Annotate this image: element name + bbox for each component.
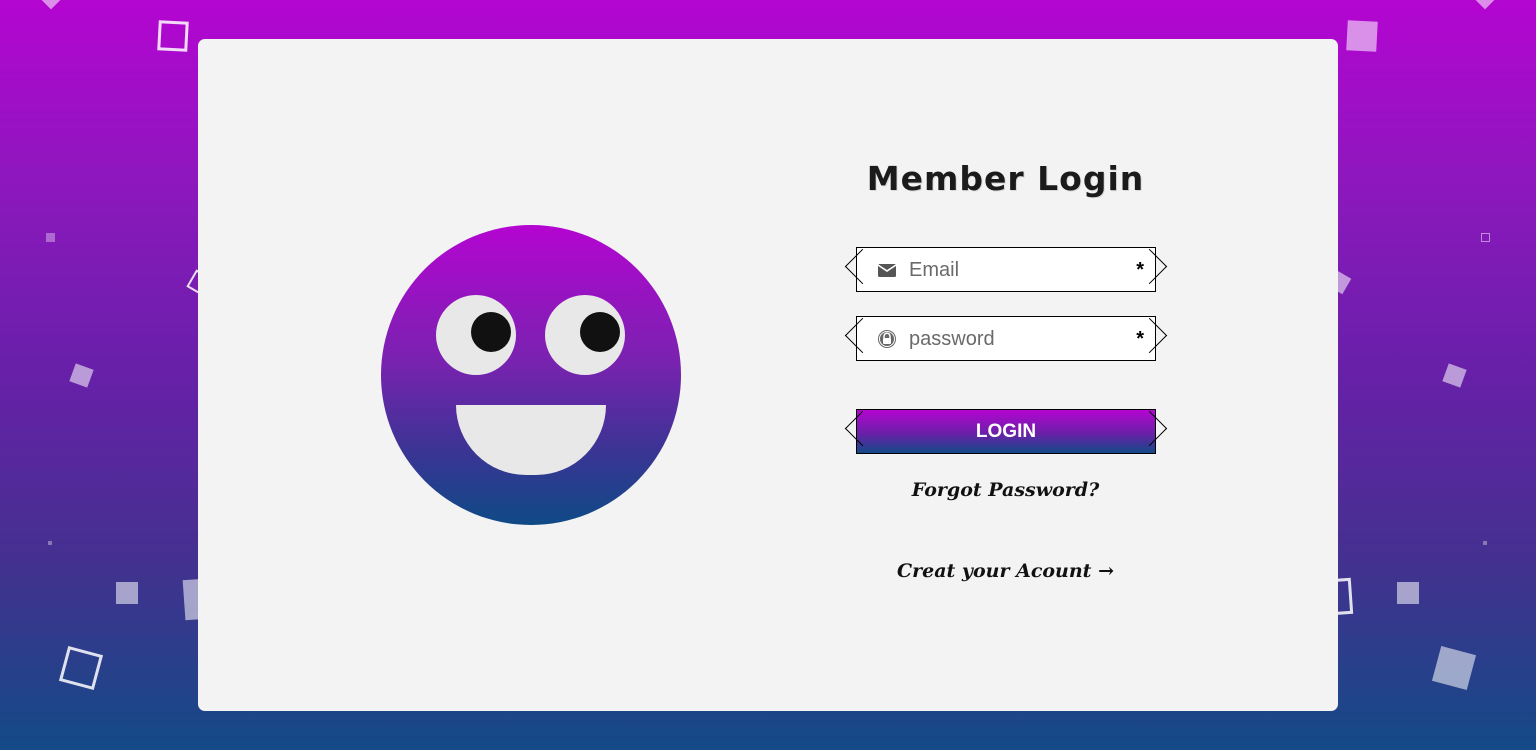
create-account-link[interactable]: Creat your Acount → bbox=[818, 560, 1193, 582]
password-input[interactable] bbox=[907, 323, 1126, 355]
login-button-label: LOGIN bbox=[975, 420, 1037, 442]
right-eye bbox=[545, 295, 625, 375]
envelope-icon bbox=[877, 260, 897, 280]
decor-square bbox=[116, 582, 138, 604]
login-button[interactable]: LOGIN bbox=[844, 409, 1168, 454]
bracket-decoration bbox=[844, 317, 881, 354]
left-pupil bbox=[471, 312, 511, 352]
required-marker: * bbox=[1136, 328, 1144, 350]
page-title: Member Login bbox=[866, 159, 1145, 198]
decor-square bbox=[32, 0, 70, 10]
decor-square bbox=[1483, 541, 1487, 545]
forgot-password-link[interactable]: Forgot Password? bbox=[818, 479, 1193, 501]
decor-square bbox=[1346, 20, 1378, 52]
decor-square bbox=[1442, 363, 1467, 388]
decor-square bbox=[1431, 645, 1477, 691]
lock-icon bbox=[877, 329, 897, 349]
email-input[interactable] bbox=[907, 254, 1126, 286]
required-marker: * bbox=[1136, 259, 1144, 281]
bracket-decoration bbox=[844, 248, 881, 285]
decor-square bbox=[58, 645, 104, 691]
decor-square bbox=[1397, 582, 1419, 604]
password-field[interactable]: * bbox=[844, 316, 1168, 361]
mouth bbox=[456, 405, 606, 475]
login-card: Member Login * * LO bbox=[198, 39, 1338, 711]
decor-square bbox=[1466, 0, 1504, 10]
right-pupil bbox=[580, 312, 620, 352]
bracket-decoration bbox=[844, 410, 881, 447]
decor-square bbox=[46, 233, 55, 242]
email-field[interactable]: * bbox=[844, 247, 1168, 292]
decor-square bbox=[157, 20, 189, 52]
bracket-decoration bbox=[1131, 410, 1168, 447]
decor-square bbox=[48, 541, 52, 545]
left-eye bbox=[436, 295, 516, 375]
decor-square bbox=[1481, 233, 1490, 242]
smiley-face-illustration bbox=[381, 225, 681, 525]
decor-square bbox=[69, 363, 94, 388]
